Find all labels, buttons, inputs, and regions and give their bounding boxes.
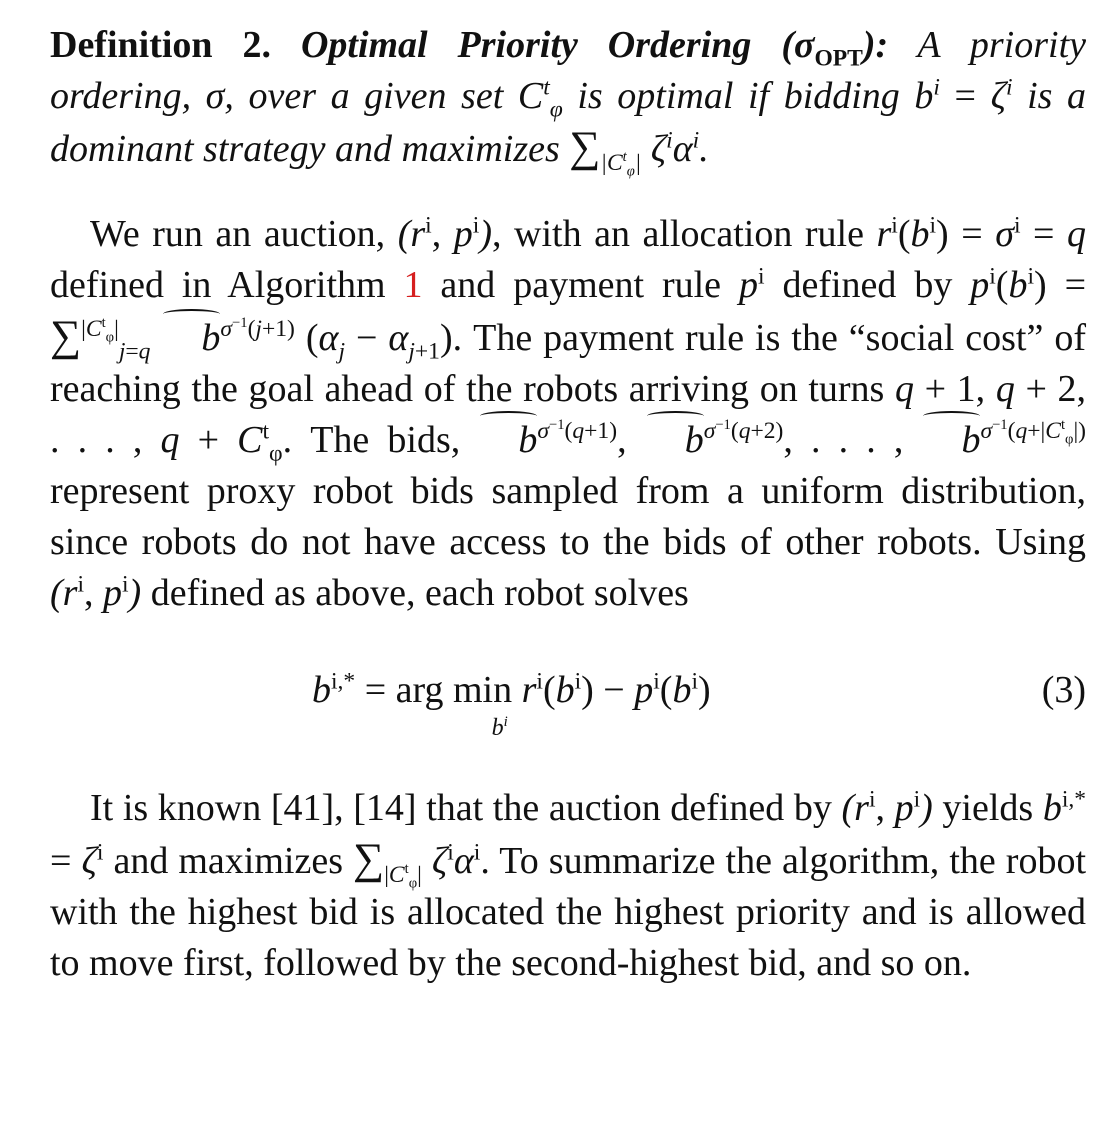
definition-block: Definition 2. Optimal Priority Ordering … [50, 24, 1087, 180]
citation-41[interactable]: [41] [271, 787, 334, 829]
paragraph-auction: We run an auction, (ri, pi), with an all… [50, 212, 1087, 614]
paper-page: Definition 2. Optimal Priority Ordering … [50, 20, 1086, 989]
citation-14[interactable]: [14] [353, 787, 416, 829]
equation-body: bi,* = arg min bi ri(bi) − pi(bi) [312, 665, 711, 741]
algorithm-ref-link[interactable]: 1 [404, 264, 423, 306]
equation-3: bi,* = arg min bi ri(bi) − pi(bi) (3) [50, 665, 1086, 745]
argmin-subscript: bi [491, 714, 508, 741]
definition-label: Definition 2. [50, 24, 271, 66]
paragraph-summary: It is known [41], [14] that the auction … [50, 786, 1087, 984]
definition-title: Optimal Priority Ordering (σOPT): [300, 24, 889, 72]
equation-number: (3) [1041, 669, 1086, 711]
